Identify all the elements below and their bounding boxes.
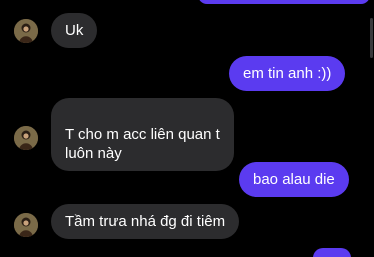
chat-thread: Uk em tin anh :)) T cho m acc liên quan … — [0, 0, 374, 257]
received-message-bubble[interactable]: Uk — [51, 13, 98, 48]
sent-message-bubble[interactable]: em tin anh :)) — [229, 56, 346, 91]
received-message-bubble[interactable]: T cho m acc liên quan t luôn này — [51, 98, 234, 171]
message-text: T cho m acc liên quan t luôn này — [65, 126, 220, 162]
contact-avatar-icon[interactable] — [14, 126, 38, 150]
sent-message-bubble[interactable]: bao alau die — [239, 162, 349, 197]
sent-message-bubble-partial[interactable] — [313, 248, 351, 257]
message-text: Tầm trưa nhá đg đi tiêm — [65, 213, 226, 230]
scrollbar[interactable] — [370, 18, 373, 58]
received-message-bubble[interactable]: Tầm trưa nhá đg đi tiêm — [51, 204, 240, 239]
contact-avatar-icon[interactable] — [14, 19, 38, 43]
message-text: Uk — [65, 22, 84, 39]
contact-avatar-icon[interactable] — [14, 213, 38, 237]
sent-message-bubble-partial[interactable] — [198, 0, 370, 4]
message-text: bao alau die — [253, 171, 335, 188]
message-text: em tin anh :)) — [243, 65, 332, 82]
